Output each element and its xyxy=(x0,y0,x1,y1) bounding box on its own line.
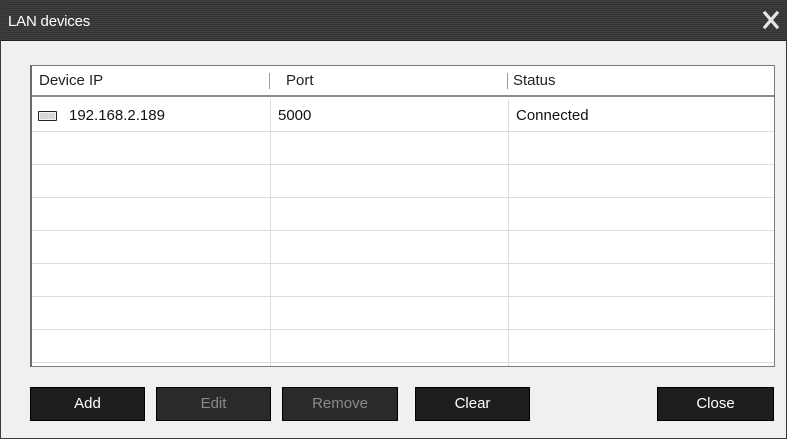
clear-button[interactable]: Clear xyxy=(415,387,530,421)
edit-button[interactable]: Edit xyxy=(156,387,271,421)
cell-device-ip: 192.168.2.189 xyxy=(69,107,165,124)
empty-row xyxy=(32,198,774,231)
title-bar[interactable]: LAN devices xyxy=(1,1,786,41)
add-button[interactable]: Add xyxy=(30,387,145,421)
close-button[interactable]: Close xyxy=(657,387,774,421)
column-header-device-ip[interactable]: Device IP xyxy=(39,66,103,95)
column-gridline xyxy=(270,99,271,366)
column-gridline xyxy=(508,99,509,366)
list-rows: 192.168.2.189 5000 Connected xyxy=(32,99,774,363)
column-header-status[interactable]: Status xyxy=(513,66,556,95)
column-separator[interactable] xyxy=(269,73,270,89)
close-icon[interactable] xyxy=(761,10,781,30)
empty-row xyxy=(32,264,774,297)
empty-row xyxy=(32,297,774,330)
column-separator[interactable] xyxy=(507,73,508,89)
cell-port: 5000 xyxy=(278,107,312,124)
table-row[interactable]: 192.168.2.189 5000 Connected xyxy=(32,99,774,132)
dialog-title: LAN devices xyxy=(8,13,91,30)
empty-row xyxy=(32,165,774,198)
remove-button[interactable]: Remove xyxy=(282,387,398,421)
list-header: Device IP Port Status xyxy=(32,66,774,97)
device-icon xyxy=(38,111,57,121)
column-header-port[interactable]: Port xyxy=(286,66,314,95)
empty-row xyxy=(32,231,774,264)
empty-row xyxy=(32,330,774,363)
devices-list[interactable]: Device IP Port Status 192.168.2.189 5000… xyxy=(30,65,775,367)
empty-row xyxy=(32,132,774,165)
lan-devices-dialog: LAN devices Device IP Port Status 192.16… xyxy=(0,0,787,439)
cell-status: Connected xyxy=(516,107,589,124)
